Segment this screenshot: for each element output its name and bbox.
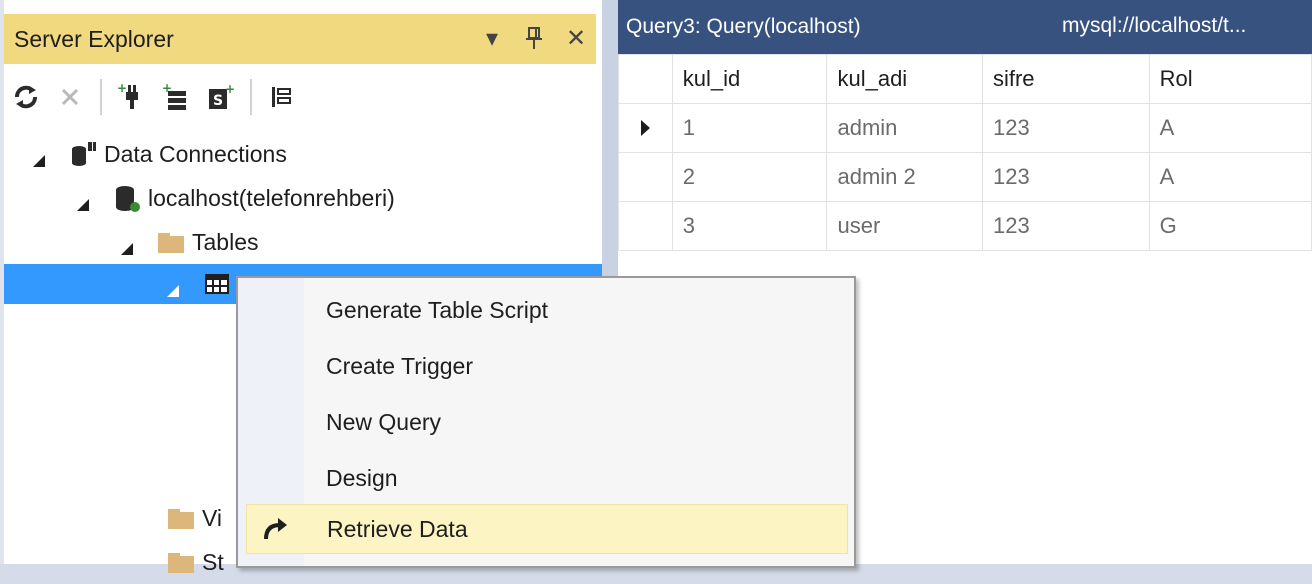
expanded-arrow-icon[interactable]: [166, 277, 180, 297]
tree-node-views[interactable]: Vi: [166, 496, 222, 540]
tree-node-label: Vi: [202, 504, 223, 531]
menu-item-label: Generate Table Script: [326, 296, 549, 323]
toolbar-separator: [100, 79, 102, 115]
folder-icon: [166, 547, 196, 577]
tree-node-label: St: [202, 548, 224, 575]
grid-cell[interactable]: user: [826, 201, 983, 251]
menu-item-design[interactable]: Design: [246, 454, 846, 502]
tree-node-label: Data Connections: [104, 140, 287, 167]
tree-node-connection[interactable]: localhost(telefonrehberi): [76, 176, 395, 220]
tree-node-tables[interactable]: Tables: [120, 220, 258, 264]
menu-item-label: Design: [326, 464, 398, 491]
column-header[interactable]: Rol: [1148, 54, 1312, 104]
results-grid: kul_id kul_adi sifre Rol 1 admin 123 A 2…: [618, 54, 1312, 251]
table-row[interactable]: 3 user 123 G: [618, 201, 1312, 251]
connect-to-sharepoint-icon[interactable]: S +: [198, 75, 242, 119]
grid-cell[interactable]: 2: [671, 152, 828, 202]
stop-icon[interactable]: [48, 75, 92, 119]
expanded-arrow-icon[interactable]: [76, 191, 90, 211]
svg-text:S: S: [213, 93, 223, 109]
visual-studio-window: Server Explorer ▾ ✕ + + S + Data Connect…: [0, 0, 1312, 575]
menu-item-create-trigger[interactable]: Create Trigger: [246, 342, 846, 390]
tab-title: Query3: Query(localhost): [626, 15, 861, 38]
menu-item-retrieve-data[interactable]: Retrieve Data: [246, 504, 848, 554]
tree-node-label: localhost(telefonrehberi): [148, 184, 395, 211]
svg-text:+: +: [117, 82, 127, 95]
grid-cell[interactable]: 3: [671, 201, 828, 251]
data-connections-icon: [68, 139, 98, 169]
tab-connection-url: mysql://localhost/t...: [1062, 14, 1247, 37]
grid-cell[interactable]: 123: [981, 152, 1150, 202]
expanded-arrow-icon[interactable]: [32, 147, 46, 167]
grid-cell[interactable]: 123: [981, 201, 1150, 251]
retrieve-data-icon: [257, 511, 293, 547]
menu-item-label: Retrieve Data: [327, 515, 468, 542]
row-header-corner: [618, 54, 673, 104]
menu-item-label: New Query: [326, 408, 442, 435]
menu-item-generate-table-script[interactable]: Generate Table Script: [246, 286, 846, 334]
title-controls: ▾ ✕: [480, 24, 588, 52]
query-document-tab[interactable]: Query3: Query(localhost) mysql://localho…: [618, 0, 1312, 54]
tree-node-label: Tables: [192, 228, 259, 255]
row-header[interactable]: [618, 201, 673, 251]
grid-cell[interactable]: 1: [671, 103, 828, 153]
grid-cell[interactable]: admin: [826, 103, 983, 153]
current-row-arrow-icon: [640, 120, 650, 136]
connect-to-server-icon[interactable]: +: [154, 75, 198, 119]
grid-cell[interactable]: G: [1148, 201, 1312, 251]
column-header[interactable]: kul_id: [671, 54, 828, 104]
grid-cell[interactable]: 123: [981, 103, 1150, 153]
panel-title: Server Explorer: [14, 25, 174, 52]
database-icon: [112, 183, 142, 213]
row-header[interactable]: [618, 103, 673, 153]
tree-node-data-connections[interactable]: Data Connections: [32, 132, 287, 176]
tree-node-table[interactable]: [166, 264, 238, 304]
toolbar-separator: [250, 79, 252, 115]
row-header[interactable]: [618, 152, 673, 202]
column-header[interactable]: kul_adi: [826, 54, 983, 104]
grid-cell[interactable]: A: [1148, 103, 1312, 153]
refresh-icon[interactable]: [4, 75, 48, 119]
connect-to-database-icon[interactable]: +: [110, 75, 154, 119]
grid-header-row: kul_id kul_adi sifre Rol: [618, 54, 1312, 104]
table-row[interactable]: 1 admin 123 A: [618, 103, 1312, 153]
menu-item-label: Create Trigger: [326, 352, 474, 379]
close-icon[interactable]: ✕: [564, 24, 588, 52]
tree-node-stored-procedures[interactable]: St: [166, 540, 224, 584]
svg-text:+: +: [225, 82, 235, 96]
folder-icon: [166, 503, 196, 533]
table-icon: [202, 269, 232, 299]
expanded-arrow-icon[interactable]: [120, 235, 134, 255]
grid-cell[interactable]: admin 2: [826, 152, 983, 202]
menu-item-new-query[interactable]: New Query: [246, 398, 846, 446]
server-explorer-toolbar: + + S +: [4, 70, 596, 124]
dropdown-arrow-icon[interactable]: ▾: [480, 24, 504, 52]
folder-icon: [156, 227, 186, 257]
grid-cell[interactable]: A: [1148, 152, 1312, 202]
column-header[interactable]: sifre: [981, 54, 1150, 104]
pin-icon[interactable]: [522, 24, 546, 52]
properties-icon[interactable]: [260, 75, 304, 119]
table-row[interactable]: 2 admin 2 123 A: [618, 152, 1312, 202]
server-explorer-title-bar[interactable]: Server Explorer ▾ ✕: [4, 14, 596, 64]
svg-text:+: +: [162, 82, 172, 95]
context-menu: Generate Table Script Create Trigger New…: [236, 276, 856, 568]
